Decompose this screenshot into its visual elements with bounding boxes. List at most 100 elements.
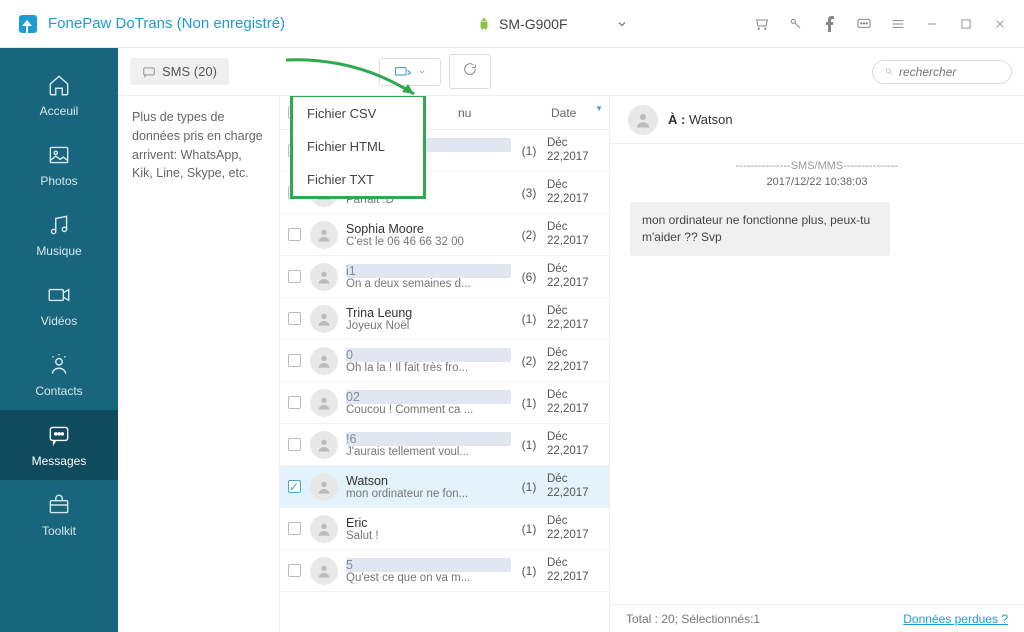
row-checkbox[interactable] xyxy=(288,522,301,535)
search-input[interactable] xyxy=(899,65,999,79)
key-icon[interactable] xyxy=(788,16,804,32)
message-text: Sophia MooreC'est le 06 46 66 32 00 xyxy=(338,222,511,248)
cart-icon[interactable] xyxy=(754,16,770,32)
message-text: i1On a deux semaines d... xyxy=(338,264,511,290)
message-date: Déc22,2017 xyxy=(547,389,609,417)
export-html[interactable]: Fichier HTML xyxy=(293,130,423,163)
sidebar-label: Contacts xyxy=(35,384,82,398)
message-text: 5Qu'est ce que on va m... xyxy=(338,558,511,584)
col-date[interactable]: Date▼ xyxy=(547,106,609,120)
sidebar-item-home[interactable]: Acceuil xyxy=(0,60,118,130)
sms-timestamp: 2017/12/22 10:38:03 xyxy=(630,176,1004,188)
message-name: !6 xyxy=(346,432,511,446)
export-icon xyxy=(394,65,412,79)
message-date: Déc22,2017 xyxy=(547,221,609,249)
message-text: EricSalut ! xyxy=(338,516,511,542)
maximize-icon[interactable] xyxy=(958,16,974,32)
message-count: (1) xyxy=(511,438,547,452)
message-preview: J'aurais tellement voul... xyxy=(346,446,511,458)
message-date: Déc22,2017 xyxy=(547,515,609,543)
message-row[interactable]: 0Oh la la ! Il fait très fro...(2)Déc22,… xyxy=(280,340,609,382)
message-name: 02 xyxy=(346,390,511,404)
feedback-icon[interactable] xyxy=(856,16,872,32)
message-date: Déc22,2017 xyxy=(547,431,609,459)
sidebar-item-toolkit[interactable]: Toolkit xyxy=(0,480,118,550)
conversation-to: À : Watson xyxy=(668,112,733,127)
message-row[interactable]: Trina LeungJoyeux Noël(1)Déc22,2017 xyxy=(280,298,609,340)
chevron-down-icon xyxy=(418,68,426,76)
search-box[interactable] xyxy=(872,60,1012,84)
close-icon[interactable] xyxy=(992,16,1008,32)
message-bubble: mon ordinateur ne fonctionne plus, peux-… xyxy=(630,202,890,256)
message-row[interactable]: i1On a deux semaines d...(6)Déc22,2017 xyxy=(280,256,609,298)
conversation-body: ---------------SMS/MMS--------------- 20… xyxy=(610,144,1024,604)
message-date: Déc22,2017 xyxy=(547,305,609,333)
message-preview: Joyeux Noël xyxy=(346,320,511,332)
message-preview: Coucou ! Comment ca ... xyxy=(346,404,511,416)
message-text: 0Oh la la ! Il fait très fro... xyxy=(338,348,511,374)
row-checkbox[interactable] xyxy=(288,270,301,283)
avatar xyxy=(310,347,338,375)
sidebar: Acceuil Photos Musique Vidéos Contacts M… xyxy=(0,48,118,632)
message-name: 5 xyxy=(346,558,511,572)
message-preview: Qu'est ce que on va m... xyxy=(346,572,511,584)
row-checkbox[interactable] xyxy=(288,312,301,325)
message-row[interactable]: Sophia MooreC'est le 06 46 66 32 00(2)Dé… xyxy=(280,214,609,256)
message-list-panel: Fichier CSV Fichier HTML Fichier TXT nu … xyxy=(280,96,610,632)
message-row[interactable]: EricSalut !(1)Déc22,2017 xyxy=(280,508,609,550)
message-count: (3) xyxy=(511,186,547,200)
menu-icon[interactable] xyxy=(890,16,906,32)
sms-divider: ---------------SMS/MMS--------------- xyxy=(630,160,1004,172)
message-row[interactable]: ✓Watsonmon ordinateur ne fon...(1)Déc22,… xyxy=(280,466,609,508)
minimize-icon[interactable] xyxy=(924,16,940,32)
row-checkbox[interactable]: ✓ xyxy=(288,480,301,493)
message-preview: mon ordinateur ne fon... xyxy=(346,488,511,500)
message-name: 0 xyxy=(346,348,511,362)
export-txt[interactable]: Fichier TXT xyxy=(293,163,423,196)
sidebar-item-messages[interactable]: Messages xyxy=(0,410,118,480)
message-date: Déc22,2017 xyxy=(547,347,609,375)
sidebar-item-photos[interactable]: Photos xyxy=(0,130,118,200)
sidebar-label: Photos xyxy=(40,174,77,188)
message-count: (1) xyxy=(511,480,547,494)
message-row[interactable]: !6J'aurais tellement voul...(1)Déc22,201… xyxy=(280,424,609,466)
avatar xyxy=(310,515,338,543)
facebook-icon[interactable] xyxy=(822,16,838,32)
sidebar-item-videos[interactable]: Vidéos xyxy=(0,270,118,340)
message-name: Trina Leung xyxy=(346,306,511,320)
footer-total: Total : 20; Sélectionnés:1 xyxy=(626,612,760,626)
sms-icon xyxy=(142,65,156,79)
message-date: Déc22,2017 xyxy=(547,179,609,207)
toolbar: SMS (20) xyxy=(118,48,1024,96)
messages-icon xyxy=(46,422,72,448)
home-icon xyxy=(46,72,72,98)
message-name: Sophia Moore xyxy=(346,222,511,236)
row-checkbox[interactable] xyxy=(288,354,301,367)
refresh-button[interactable] xyxy=(449,54,491,89)
sidebar-item-music[interactable]: Musique xyxy=(0,200,118,270)
export-button[interactable] xyxy=(379,58,441,86)
message-row[interactable]: 5Qu'est ce que on va m...(1)Déc22,2017 xyxy=(280,550,609,592)
conversation-panel: À : Watson ---------------SMS/MMS-------… xyxy=(610,96,1024,632)
message-date: Déc22,2017 xyxy=(547,263,609,291)
row-checkbox[interactable] xyxy=(288,396,301,409)
sidebar-label: Acceuil xyxy=(40,104,79,118)
message-preview: Oh la la ! Il fait très fro... xyxy=(346,362,511,374)
message-preview: On a deux semaines d... xyxy=(346,278,511,290)
message-count: (1) xyxy=(511,312,547,326)
avatar xyxy=(310,473,338,501)
export-csv[interactable]: Fichier CSV xyxy=(293,97,423,130)
row-checkbox[interactable] xyxy=(288,564,301,577)
avatar xyxy=(310,305,338,333)
search-icon xyxy=(885,65,893,78)
message-row[interactable]: 02Coucou ! Comment ca ...(1)Déc22,2017 xyxy=(280,382,609,424)
device-name: SM-G900F xyxy=(499,16,567,32)
lost-data-link[interactable]: Données perdues ? xyxy=(903,612,1008,626)
row-checkbox[interactable] xyxy=(288,438,301,451)
row-checkbox[interactable] xyxy=(288,228,301,241)
message-count: (1) xyxy=(511,522,547,536)
message-preview: C'est le 06 46 66 32 00 xyxy=(346,236,511,248)
device-selector[interactable]: SM-G900F xyxy=(465,12,639,36)
sidebar-item-contacts[interactable]: Contacts xyxy=(0,340,118,410)
message-count: (1) xyxy=(511,396,547,410)
